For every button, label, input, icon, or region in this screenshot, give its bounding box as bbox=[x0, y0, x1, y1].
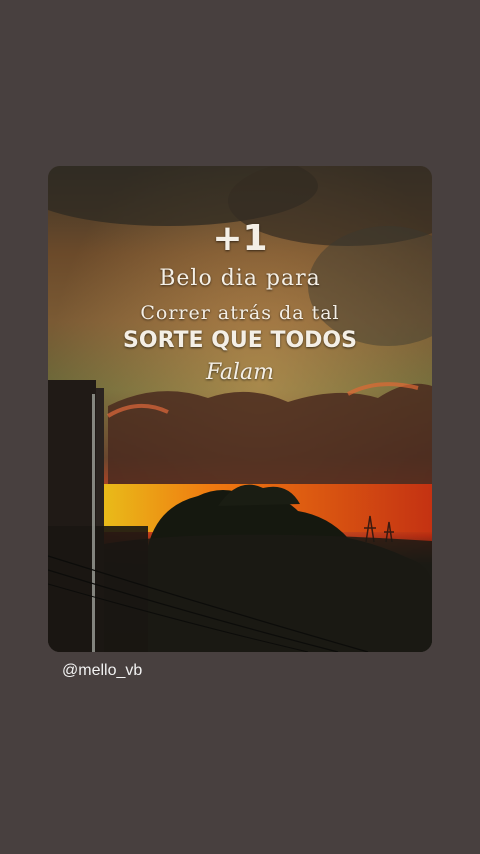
quote-line-3: SORTE QUE TODOS bbox=[123, 328, 357, 353]
photo-card: +1 Belo dia para Correr atrás da tal SOR… bbox=[48, 166, 432, 652]
quote-line-4: Falam bbox=[206, 360, 274, 385]
author-handle[interactable]: @mello_vb bbox=[62, 662, 142, 680]
quote-line-2: Correr atrás da tal bbox=[140, 302, 340, 324]
quote-line-1: Belo dia para bbox=[159, 266, 321, 291]
plus-one-badge: +1 bbox=[212, 218, 268, 259]
